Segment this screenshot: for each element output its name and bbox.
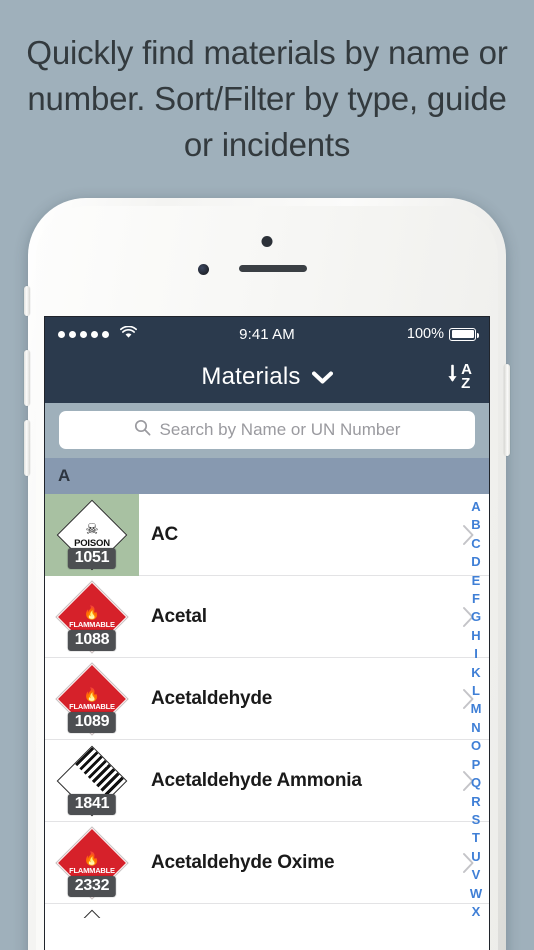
index-letter-p[interactable]: P: [472, 756, 481, 773]
nav-bar: Materials A Z: [45, 351, 489, 403]
un-number-badge: 1841: [67, 793, 117, 815]
signal-dots-icon: [58, 330, 109, 338]
index-letter-x[interactable]: X: [472, 903, 481, 918]
materials-dropdown-button[interactable]: Materials: [201, 363, 333, 391]
index-letter-u[interactable]: U: [471, 848, 480, 865]
section-header: A: [45, 458, 489, 494]
search-bar-container: Search by Name or UN Number: [45, 403, 489, 458]
placard-label: FLAMMABLE: [69, 619, 115, 628]
battery-percent-label: 100%: [406, 326, 444, 342]
index-letter-v[interactable]: V: [472, 866, 481, 883]
phone-frame: 9:41 AM 100% Materials A Z Search by Nam…: [24, 198, 510, 950]
flame-icon: 🔥: [83, 850, 101, 865]
un-number-badge: 1088: [67, 629, 117, 651]
index-letter-t[interactable]: T: [472, 829, 480, 846]
table-row[interactable]: 91841 Acetaldehyde Ammonia: [45, 740, 489, 822]
table-row[interactable]: 🔥FLAMMABLE31088 Acetal: [45, 576, 489, 658]
material-name: AC: [151, 523, 179, 545]
index-letter-f[interactable]: F: [472, 590, 480, 607]
index-letter-c[interactable]: C: [471, 535, 480, 552]
index-letter-d[interactable]: D: [471, 553, 480, 570]
index-letter-l[interactable]: L: [472, 682, 480, 699]
sort-az-button[interactable]: A Z: [447, 362, 472, 392]
sort-az-letters: A Z: [461, 362, 472, 392]
chevron-down-icon: [311, 363, 333, 391]
table-row[interactable]: 🔥FLAMMABLE31089 Acetaldehyde: [45, 658, 489, 740]
material-name: Acetaldehyde Oxime: [151, 851, 335, 873]
material-name: Acetaldehyde Ammonia: [151, 769, 362, 791]
section-header-label: A: [58, 466, 71, 485]
placard-thumbnail: ☠: [45, 904, 139, 918]
poison-placard-icon: ☠: [56, 909, 128, 918]
search-input[interactable]: Search by Name or UN Number: [59, 411, 475, 449]
index-letter-i[interactable]: I: [474, 645, 478, 662]
proximity-sensor-icon: [198, 264, 209, 275]
skull-and-crossbones-icon: ☠: [85, 520, 99, 537]
index-letter-a[interactable]: A: [471, 498, 480, 515]
index-letter-g[interactable]: G: [471, 608, 481, 625]
index-letter-n[interactable]: N: [471, 719, 480, 736]
sort-arrow-down-icon: [447, 364, 458, 389]
volume-up-button[interactable]: [24, 350, 30, 406]
materials-list: ☠POISON61051AC🔥FLAMMABLE31088Acetal🔥FLAM…: [45, 494, 489, 918]
index-letter-h[interactable]: H: [471, 627, 480, 644]
flame-icon: 🔥: [83, 604, 101, 619]
earpiece-speaker-icon: [239, 265, 307, 272]
material-name: Acetaldehyde: [151, 687, 273, 709]
page-title: Quickly find materials by name or number…: [26, 34, 508, 163]
battery-indicator: 100%: [406, 326, 479, 342]
index-letter-o[interactable]: O: [471, 737, 481, 754]
nav-title-label: Materials: [201, 363, 301, 390]
status-bar: 9:41 AM 100%: [45, 317, 489, 351]
index-letter-k[interactable]: K: [471, 664, 480, 681]
placard-label: FLAMMABLE: [69, 865, 115, 874]
alphabet-index[interactable]: ABCDEFGHIKLMNOPQRSTUVWX: [463, 494, 489, 918]
index-letter-w[interactable]: W: [470, 885, 482, 902]
index-letter-b[interactable]: B: [471, 516, 480, 533]
table-row[interactable]: ☠POISON61051AC: [45, 494, 489, 576]
search-icon: [134, 419, 151, 441]
material-name: Acetal: [151, 605, 207, 627]
index-letter-r[interactable]: R: [471, 793, 480, 810]
placard-label: POISON: [74, 537, 110, 548]
table-row[interactable]: ☠: [45, 904, 489, 918]
index-letter-s[interactable]: S: [472, 811, 481, 828]
camera-icon: [261, 236, 273, 247]
index-letter-e[interactable]: E: [472, 572, 481, 589]
placard-thumbnail: 🔥FLAMMABLE31089: [45, 658, 139, 740]
un-number-badge: 1089: [67, 711, 117, 733]
placard-thumbnail: ☠POISON61051: [45, 494, 139, 576]
power-button[interactable]: [504, 364, 510, 456]
sort-letter-z: Z: [461, 375, 471, 392]
search-placeholder: Search by Name or UN Number: [159, 420, 401, 439]
materials-list-area: ☠POISON61051AC🔥FLAMMABLE31088Acetal🔥FLAM…: [45, 494, 489, 918]
mute-switch[interactable]: [24, 286, 30, 316]
un-number-badge: 2332: [67, 875, 117, 897]
wifi-icon: [120, 325, 137, 343]
flame-icon: 🔥: [83, 686, 101, 701]
placard-label: FLAMMABLE: [69, 701, 115, 710]
phone-screen: 9:41 AM 100% Materials A Z Search by Nam…: [44, 316, 490, 950]
placard-thumbnail: 🔥FLAMMABLE31088: [45, 576, 139, 658]
index-letter-m[interactable]: M: [471, 700, 482, 717]
placard-thumbnail: 🔥FLAMMABLE32332: [45, 822, 139, 904]
table-row[interactable]: 🔥FLAMMABLE32332 Acetaldehyde Oxime: [45, 822, 489, 904]
battery-full-icon: [449, 327, 479, 341]
un-number-badge: 1051: [67, 547, 117, 569]
volume-down-button[interactable]: [24, 420, 30, 476]
placard-thumbnail: 91841: [45, 740, 139, 822]
index-letter-q[interactable]: Q: [471, 774, 481, 791]
